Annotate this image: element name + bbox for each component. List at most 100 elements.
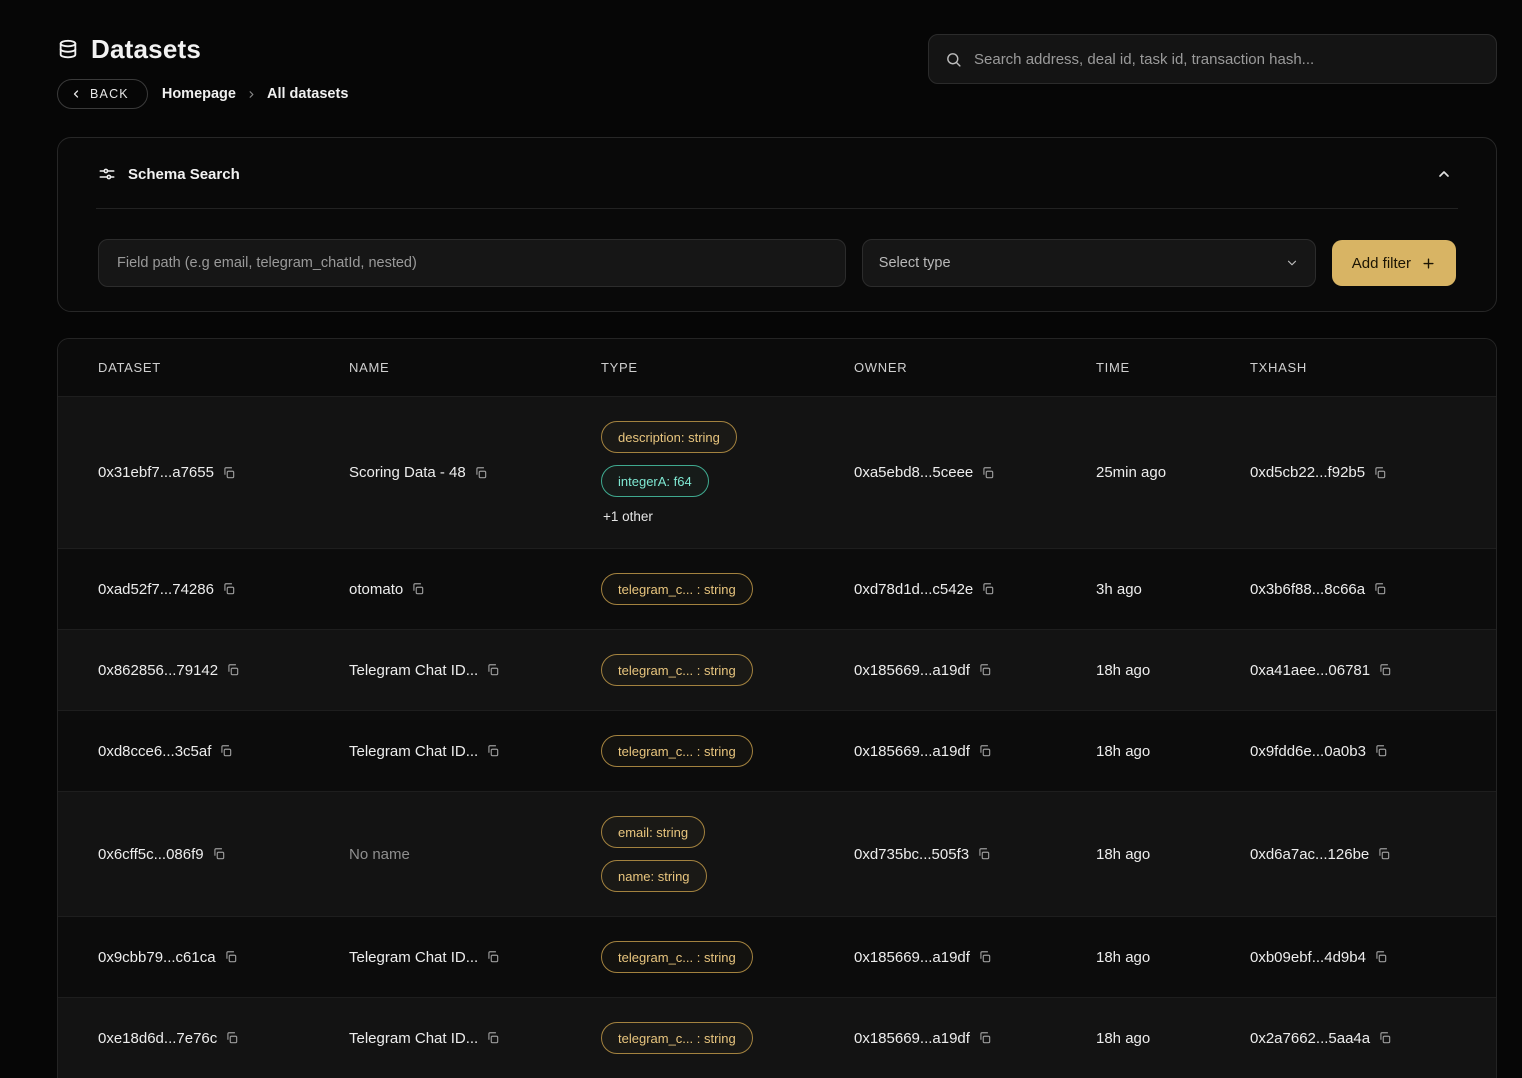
tx-hash: 0x2a7662...5aa4a xyxy=(1250,1030,1370,1047)
copy-icon[interactable] xyxy=(226,663,240,677)
copy-icon[interactable] xyxy=(981,582,995,596)
schema-search-controls: Select type Add filter xyxy=(58,239,1496,287)
table-row[interactable]: 0x862856...79142 Telegram Chat ID... tel… xyxy=(58,629,1496,710)
copy-icon[interactable] xyxy=(977,847,991,861)
name-cell: Telegram Chat ID... xyxy=(349,1030,601,1047)
tx-hash: 0xd6a7ac...126be xyxy=(1250,846,1369,863)
copy-icon[interactable] xyxy=(1374,950,1388,964)
owner-cell: 0xa5ebd8...5ceee xyxy=(854,464,1096,481)
type-cell: telegram_c... : string xyxy=(601,735,854,767)
time-cell: 18h ago xyxy=(1096,949,1250,966)
col-name: NAME xyxy=(349,360,601,375)
type-pill: integerA: f64 xyxy=(601,465,709,497)
copy-icon[interactable] xyxy=(978,663,992,677)
txhash-cell: 0xd6a7ac...126be xyxy=(1250,846,1456,863)
type-pill: telegram_c... : string xyxy=(601,654,753,686)
back-button[interactable]: BACK xyxy=(57,79,148,109)
table-row[interactable]: 0x6cff5c...086f9 No name email: string n… xyxy=(58,791,1496,916)
collapse-panel-button[interactable] xyxy=(1432,162,1456,186)
copy-icon[interactable] xyxy=(486,744,500,758)
schema-search-title: Schema Search xyxy=(128,166,240,183)
table-row[interactable]: 0x9cbb79...c61ca Telegram Chat ID... tel… xyxy=(58,916,1496,997)
copy-icon[interactable] xyxy=(981,466,995,480)
owner-hash: 0x185669...a19df xyxy=(854,1030,970,1047)
type-pill: telegram_c... : string xyxy=(601,573,753,605)
owner-cell: 0x185669...a19df xyxy=(854,743,1096,760)
dataset-hash: 0x31ebf7...a7655 xyxy=(98,464,214,481)
plus-icon xyxy=(1421,256,1436,271)
owner-hash: 0x185669...a19df xyxy=(854,662,970,679)
page-title: Datasets xyxy=(91,34,201,65)
owner-hash: 0x185669...a19df xyxy=(854,743,970,760)
owner-hash: 0xd78d1d...c542e xyxy=(854,581,973,598)
copy-icon[interactable] xyxy=(219,744,233,758)
copy-icon[interactable] xyxy=(486,663,500,677)
copy-icon[interactable] xyxy=(1378,1031,1392,1045)
filter-sliders-icon xyxy=(98,165,116,183)
time-value: 3h ago xyxy=(1096,581,1142,598)
time-cell: 3h ago xyxy=(1096,581,1250,598)
add-filter-button[interactable]: Add filter xyxy=(1332,240,1456,286)
copy-icon[interactable] xyxy=(486,1031,500,1045)
breadcrumb: Homepage All datasets xyxy=(162,86,349,102)
copy-icon[interactable] xyxy=(411,582,425,596)
global-search[interactable] xyxy=(928,34,1497,84)
time-value: 18h ago xyxy=(1096,846,1150,863)
time-value: 25min ago xyxy=(1096,464,1166,481)
copy-icon[interactable] xyxy=(978,744,992,758)
dataset-name: Telegram Chat ID... xyxy=(349,743,478,760)
copy-icon[interactable] xyxy=(212,847,226,861)
type-cell: telegram_c... : string xyxy=(601,654,854,686)
copy-icon[interactable] xyxy=(224,950,238,964)
time-cell: 18h ago xyxy=(1096,846,1250,863)
copy-icon[interactable] xyxy=(1378,663,1392,677)
schema-search-panel: Schema Search Select type Add filter xyxy=(57,137,1497,312)
divider xyxy=(96,208,1458,209)
add-filter-label: Add filter xyxy=(1352,255,1411,272)
type-cell: email: string name: string xyxy=(601,816,854,892)
copy-icon[interactable] xyxy=(978,1031,992,1045)
dataset-name: Telegram Chat ID... xyxy=(349,1030,478,1047)
owner-hash: 0xd735bc...505f3 xyxy=(854,846,969,863)
dataset-name: Telegram Chat ID... xyxy=(349,949,478,966)
chevron-right-icon xyxy=(246,89,257,100)
title-row: Datasets xyxy=(57,34,348,65)
table-row[interactable]: 0xad52f7...74286 otomato telegram_c... :… xyxy=(58,548,1496,629)
name-cell: otomato xyxy=(349,581,601,598)
table-row[interactable]: 0x31ebf7...a7655 Scoring Data - 48 descr… xyxy=(58,396,1496,548)
col-time: TIME xyxy=(1096,360,1250,375)
dataset-cell: 0xad52f7...74286 xyxy=(98,581,349,598)
copy-icon[interactable] xyxy=(474,466,488,480)
dataset-cell: 0x9cbb79...c61ca xyxy=(98,949,349,966)
schema-search-header: Schema Search xyxy=(58,138,1496,208)
top-bar-left: Datasets BACK Homepage All datasets xyxy=(57,34,348,109)
owner-cell: 0x185669...a19df xyxy=(854,949,1096,966)
copy-icon[interactable] xyxy=(486,950,500,964)
search-input[interactable] xyxy=(972,50,1480,69)
copy-icon[interactable] xyxy=(1373,466,1387,480)
field-path-input[interactable] xyxy=(98,239,846,287)
copy-icon[interactable] xyxy=(978,950,992,964)
tx-hash: 0xb09ebf...4d9b4 xyxy=(1250,949,1366,966)
copy-icon[interactable] xyxy=(1373,582,1387,596)
copy-icon[interactable] xyxy=(1374,744,1388,758)
time-value: 18h ago xyxy=(1096,743,1150,760)
copy-icon[interactable] xyxy=(1377,847,1391,861)
txhash-cell: 0x3b6f88...8c66a xyxy=(1250,581,1456,598)
type-pill: name: string xyxy=(601,860,707,892)
dataset-hash: 0xd8cce6...3c5af xyxy=(98,743,211,760)
nav-row: BACK Homepage All datasets xyxy=(57,79,348,109)
type-pill: email: string xyxy=(601,816,705,848)
breadcrumb-current: All datasets xyxy=(267,86,348,102)
table-row[interactable]: 0xd8cce6...3c5af Telegram Chat ID... tel… xyxy=(58,710,1496,791)
breadcrumb-home[interactable]: Homepage xyxy=(162,86,236,102)
name-cell: Scoring Data - 48 xyxy=(349,464,601,481)
dataset-cell: 0x862856...79142 xyxy=(98,662,349,679)
database-icon xyxy=(57,39,79,61)
table-header: DATASET NAME TYPE OWNER TIME TXHASH xyxy=(58,339,1496,396)
dataset-hash: 0x6cff5c...086f9 xyxy=(98,846,204,863)
type-select[interactable]: Select type xyxy=(862,239,1316,287)
copy-icon[interactable] xyxy=(222,582,236,596)
copy-icon[interactable] xyxy=(225,1031,239,1045)
copy-icon[interactable] xyxy=(222,466,236,480)
